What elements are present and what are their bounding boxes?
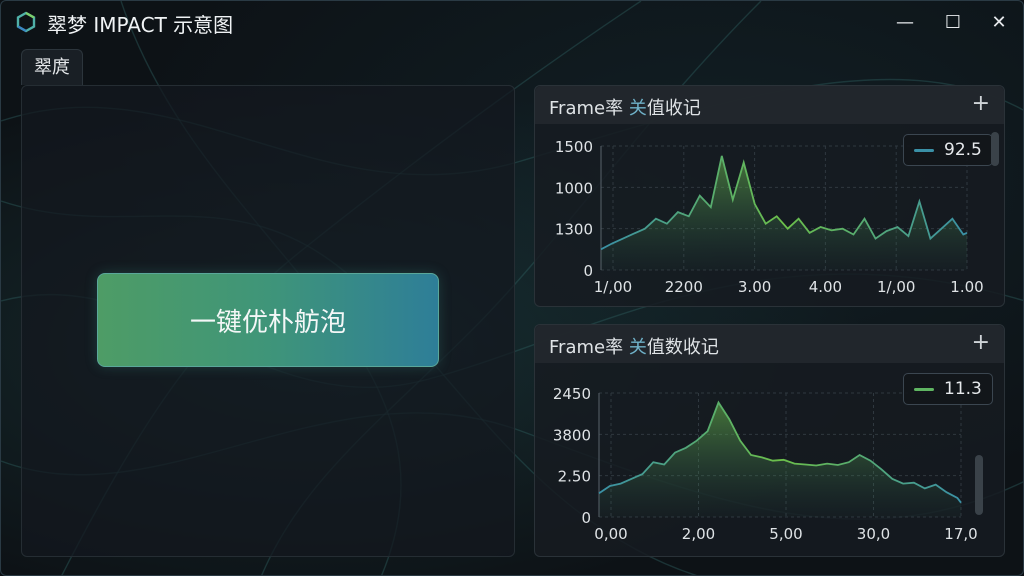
panel-header: Frame率 关值数收记 + (535, 325, 1004, 363)
close-button[interactable]: ✕ (979, 7, 1019, 37)
x-tick-label: 30,0 (857, 525, 890, 543)
scrollbar[interactable] (991, 132, 999, 166)
panel-title-prefix: Frame率 (549, 337, 624, 358)
y-tick-label: 2.50 (558, 468, 591, 486)
chart-panel-1: Frame率 关值收记 + 1500 1000 1300 0 1/,00 2200 3.00… (534, 85, 1005, 307)
app-window: 翠梦 IMPACT 示意图 — ☐ ✕ 翠庹 一键优朴舫泡 Frame率 关值收… (0, 0, 1024, 576)
x-tick-label: 17,0 (944, 525, 977, 543)
panel-title-suffix: 值收记 (646, 98, 701, 119)
y-tick-label: 1300 (555, 221, 593, 239)
x-tick-label: 4.00 (809, 278, 842, 296)
legend-box: 92.5 (903, 134, 993, 166)
legend-box: 11.3 (903, 373, 993, 405)
panel-title-prefix: Frame率 (549, 98, 624, 119)
chart-panel-2: Frame率 关值数收记 + 2450 3800 2.50 0 0,00 2,00 5,00… (534, 324, 1005, 557)
scrollbar[interactable] (975, 455, 983, 515)
maximize-button[interactable]: ☐ (933, 7, 973, 37)
x-tick-label: 2200 (665, 278, 703, 296)
panel-title-accent: 关 (628, 98, 647, 119)
x-tick-label: 5,00 (769, 525, 802, 543)
y-tick-label: 2450 (553, 385, 591, 403)
minimize-button[interactable]: — (885, 7, 925, 37)
x-tick-label: 1.00 (950, 278, 983, 296)
y-tick-label: 1500 (555, 138, 593, 156)
y-tick-label: 0 (581, 509, 591, 527)
x-tick-label: 1/,00 (594, 278, 632, 296)
x-tick-label: 1/,00 (877, 278, 915, 296)
title-bar: 翠梦 IMPACT 示意图 — ☐ ✕ (1, 1, 1023, 41)
legend-line-icon (914, 387, 934, 391)
x-tick-label: 2,00 (682, 525, 715, 543)
window-title: 翠梦 IMPACT 示意图 (47, 13, 234, 37)
tab-main[interactable]: 翠庹 (21, 49, 83, 85)
series-area (601, 155, 967, 270)
x-tick-label: 0,00 (594, 525, 627, 543)
panel-title-suffix: 值数收记 (646, 337, 719, 358)
legend-line-icon (914, 148, 934, 152)
app-logo-icon (16, 11, 36, 33)
panel-header: Frame率 关值收记 + (535, 86, 1004, 124)
legend-value: 11.3 (944, 379, 982, 399)
add-icon[interactable]: + (972, 330, 990, 355)
y-tick-label: 1000 (555, 179, 593, 197)
y-tick-label: 3800 (553, 426, 591, 444)
one-click-optimize-button[interactable]: 一键优朴舫泡 (97, 273, 439, 367)
panel-title: Frame率 关值数收记 (549, 333, 719, 359)
x-tick-label: 3.00 (738, 278, 771, 296)
y-tick-label: 0 (583, 262, 593, 280)
add-icon[interactable]: + (972, 91, 990, 116)
legend-value: 92.5 (944, 140, 982, 160)
panel-title-accent: 关 (628, 337, 647, 358)
panel-title: Frame率 关值收记 (549, 94, 701, 120)
